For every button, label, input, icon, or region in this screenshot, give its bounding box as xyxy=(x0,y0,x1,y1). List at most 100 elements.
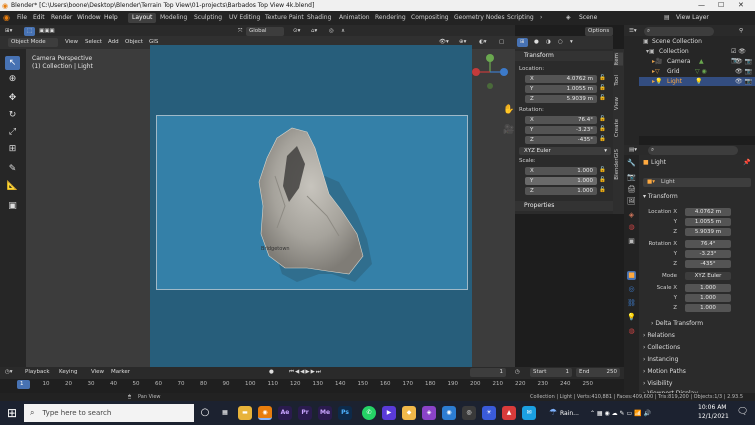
shading-wireframe-icon[interactable]: ⊞ xyxy=(517,38,528,47)
rotation-y-field[interactable]: -3.23° xyxy=(685,250,731,258)
snap-icon[interactable]: ⌂▾ xyxy=(308,27,320,36)
lock-icon[interactable]: 🔓 xyxy=(599,85,606,91)
rotation-mode-dropdown[interactable]: XYZ Euler xyxy=(685,272,731,280)
scale-tool-icon[interactable]: ⤢ xyxy=(5,125,20,139)
scene-selector[interactable]: Scene xyxy=(579,14,597,21)
pivot-icon[interactable]: ⊙▾ xyxy=(290,27,303,36)
timeline[interactable]: 1 10 20 30 40 50 60 70 80 90 100 110 120 130 140 150 160… xyxy=(0,379,624,393)
current-frame-field[interactable]: 1 xyxy=(470,368,506,377)
tab-create[interactable]: Create xyxy=(614,119,623,137)
app-icon[interactable]: ☀ xyxy=(482,406,496,420)
material-tab-icon[interactable]: ◍ xyxy=(627,327,636,336)
menu-playback[interactable]: Playback xyxy=(22,368,53,377)
rotate-tool-icon[interactable]: ↻ xyxy=(5,108,20,122)
measure-tool-icon[interactable]: 📐 xyxy=(5,179,20,193)
location-y-field[interactable]: 1.0055 m xyxy=(685,218,731,226)
notification-icon[interactable]: 🗨 xyxy=(737,407,748,417)
menu-help[interactable]: Help xyxy=(104,14,118,21)
windows-start-icon[interactable]: ⊞ xyxy=(7,406,17,420)
clock-time[interactable]: 10:06 AM xyxy=(698,404,726,411)
delta-transform-section[interactable]: › Delta Transform xyxy=(651,320,703,327)
outliner-item-camera[interactable]: ▸🎥 Camera ▲ 👁 📷 xyxy=(639,57,755,66)
close-button[interactable]: ✕ xyxy=(738,1,744,9)
collection-tab-icon[interactable]: ▣ xyxy=(627,237,636,246)
move-tool-icon[interactable]: ✥ xyxy=(5,91,20,105)
tab-compositing[interactable]: Compositing xyxy=(407,13,453,23)
end-frame-field[interactable]: End 250 xyxy=(576,368,620,377)
scale-y-field[interactable]: 1.000 xyxy=(685,294,731,302)
location-z-field[interactable]: Z 5.9039 m xyxy=(525,95,597,103)
scale-z-field[interactable]: 1.000 xyxy=(685,304,731,312)
tab-rendering[interactable]: Rendering xyxy=(371,13,410,23)
tab-item[interactable]: Item xyxy=(614,53,623,66)
select-mode-icon[interactable]: ⬚ xyxy=(24,27,36,36)
playhead[interactable] xyxy=(17,380,30,389)
menu-view[interactable]: View xyxy=(88,368,107,377)
tab-animation[interactable]: Animation xyxy=(335,13,374,23)
app-icon[interactable]: ◈ xyxy=(422,406,436,420)
object-tab-icon[interactable]: ■ xyxy=(627,271,636,280)
shading-rendered-icon[interactable]: ○ xyxy=(555,38,566,47)
falloff-icon[interactable]: ∧ xyxy=(338,27,348,36)
pin-icon[interactable]: 📌 xyxy=(743,159,750,166)
maximize-button[interactable]: ☐ xyxy=(718,1,724,9)
properties-search-input[interactable]: ⌕ xyxy=(648,146,738,155)
overlay-icon[interactable]: ◐▾ xyxy=(476,38,490,47)
menu-add[interactable]: Add xyxy=(105,38,122,47)
scale-y-field[interactable]: Y 1.000 xyxy=(525,177,597,185)
premiere-icon[interactable]: Pr xyxy=(298,406,312,420)
app-icon[interactable]: ◎ xyxy=(462,406,476,420)
lock-icon[interactable]: 🔓 xyxy=(599,187,606,193)
select-box-icon[interactable]: ▣▣▣ xyxy=(36,27,58,36)
rotation-y-field[interactable]: Y -3.23° xyxy=(525,126,597,134)
motion-paths-section[interactable]: › Motion Paths xyxy=(643,368,686,375)
options-dropdown[interactable]: Options xyxy=(585,27,613,36)
rotation-z-field[interactable]: Z -435° xyxy=(525,136,597,144)
mode-dropdown[interactable]: Object Mode xyxy=(8,38,58,47)
constraints-tab-icon[interactable]: ⛓ xyxy=(627,299,636,308)
playback-controls[interactable]: ⏮◀◀▶▶⏭ xyxy=(286,368,325,377)
rotation-x-field[interactable]: X 76.4° xyxy=(525,116,597,124)
app-icon[interactable]: ✉ xyxy=(522,406,536,420)
outliner-search-input[interactable]: ⌕ xyxy=(644,27,714,36)
transform-section-header[interactable]: ▾ Transform xyxy=(643,193,678,200)
weather-icon[interactable]: ☂ xyxy=(546,406,560,420)
view-layer-tab-icon[interactable]: 🖼 xyxy=(627,197,636,206)
location-y-field[interactable]: Y 1.0055 m xyxy=(525,85,597,93)
lock-icon[interactable]: 🔓 xyxy=(599,75,606,81)
physics-tab-icon[interactable]: ◎ xyxy=(627,285,636,294)
outliner-item-grid[interactable]: ▸▽ Grid ▽ ◉ 👁 📷 xyxy=(639,67,755,76)
start-frame-field[interactable]: Start 1 xyxy=(530,368,572,377)
data-tab-icon[interactable]: 💡 xyxy=(627,313,636,322)
minimize-button[interactable]: — xyxy=(698,1,705,9)
lock-icon[interactable]: 🔓 xyxy=(599,116,606,122)
rotation-z-field[interactable]: -435° xyxy=(685,260,731,268)
media-encoder-icon[interactable]: Me xyxy=(318,406,332,420)
transform-panel-header[interactable]: Transform xyxy=(515,51,613,61)
lock-icon[interactable]: 🔓 xyxy=(599,136,606,142)
after-effects-icon[interactable]: Ae xyxy=(278,406,292,420)
record-icon[interactable]: ● xyxy=(266,368,277,377)
editor-type-icon[interactable]: ⊞▾ xyxy=(2,27,15,36)
scene-tab-icon[interactable]: ◈ xyxy=(627,211,636,220)
file-explorer-icon[interactable]: ▬ xyxy=(238,406,252,420)
render-tab-icon[interactable]: 📷 xyxy=(627,173,636,182)
transform-tool-icon[interactable]: ⊞ xyxy=(5,142,20,156)
taskbar-search-box[interactable]: ⌕ Type here to search xyxy=(24,404,194,422)
app-icon[interactable]: ◉ xyxy=(442,406,456,420)
menu-render[interactable]: Render xyxy=(51,14,72,21)
xray-icon[interactable]: ▢ xyxy=(496,38,507,47)
menu-file[interactable]: File xyxy=(17,14,27,21)
tab-layout[interactable]: Layout xyxy=(128,13,157,23)
tab-shading[interactable]: Shading xyxy=(303,13,335,23)
weather-text[interactable]: Rain... xyxy=(560,410,579,417)
location-x-field[interactable]: 4.0762 m xyxy=(685,208,731,216)
editor-type-icon[interactable]: ▤▾ xyxy=(626,146,640,155)
tab-view[interactable]: View xyxy=(614,97,623,110)
collections-section[interactable]: › Collections xyxy=(643,344,680,351)
blender-menu-icon[interactable]: ◉ xyxy=(3,13,10,22)
tool-tab-icon[interactable]: 🔧 xyxy=(627,159,636,168)
tab-tool[interactable]: Tool xyxy=(614,75,623,86)
annotate-tool-icon[interactable]: ✎ xyxy=(5,162,20,176)
task-switch-icon[interactable]: ▦ xyxy=(218,406,232,420)
